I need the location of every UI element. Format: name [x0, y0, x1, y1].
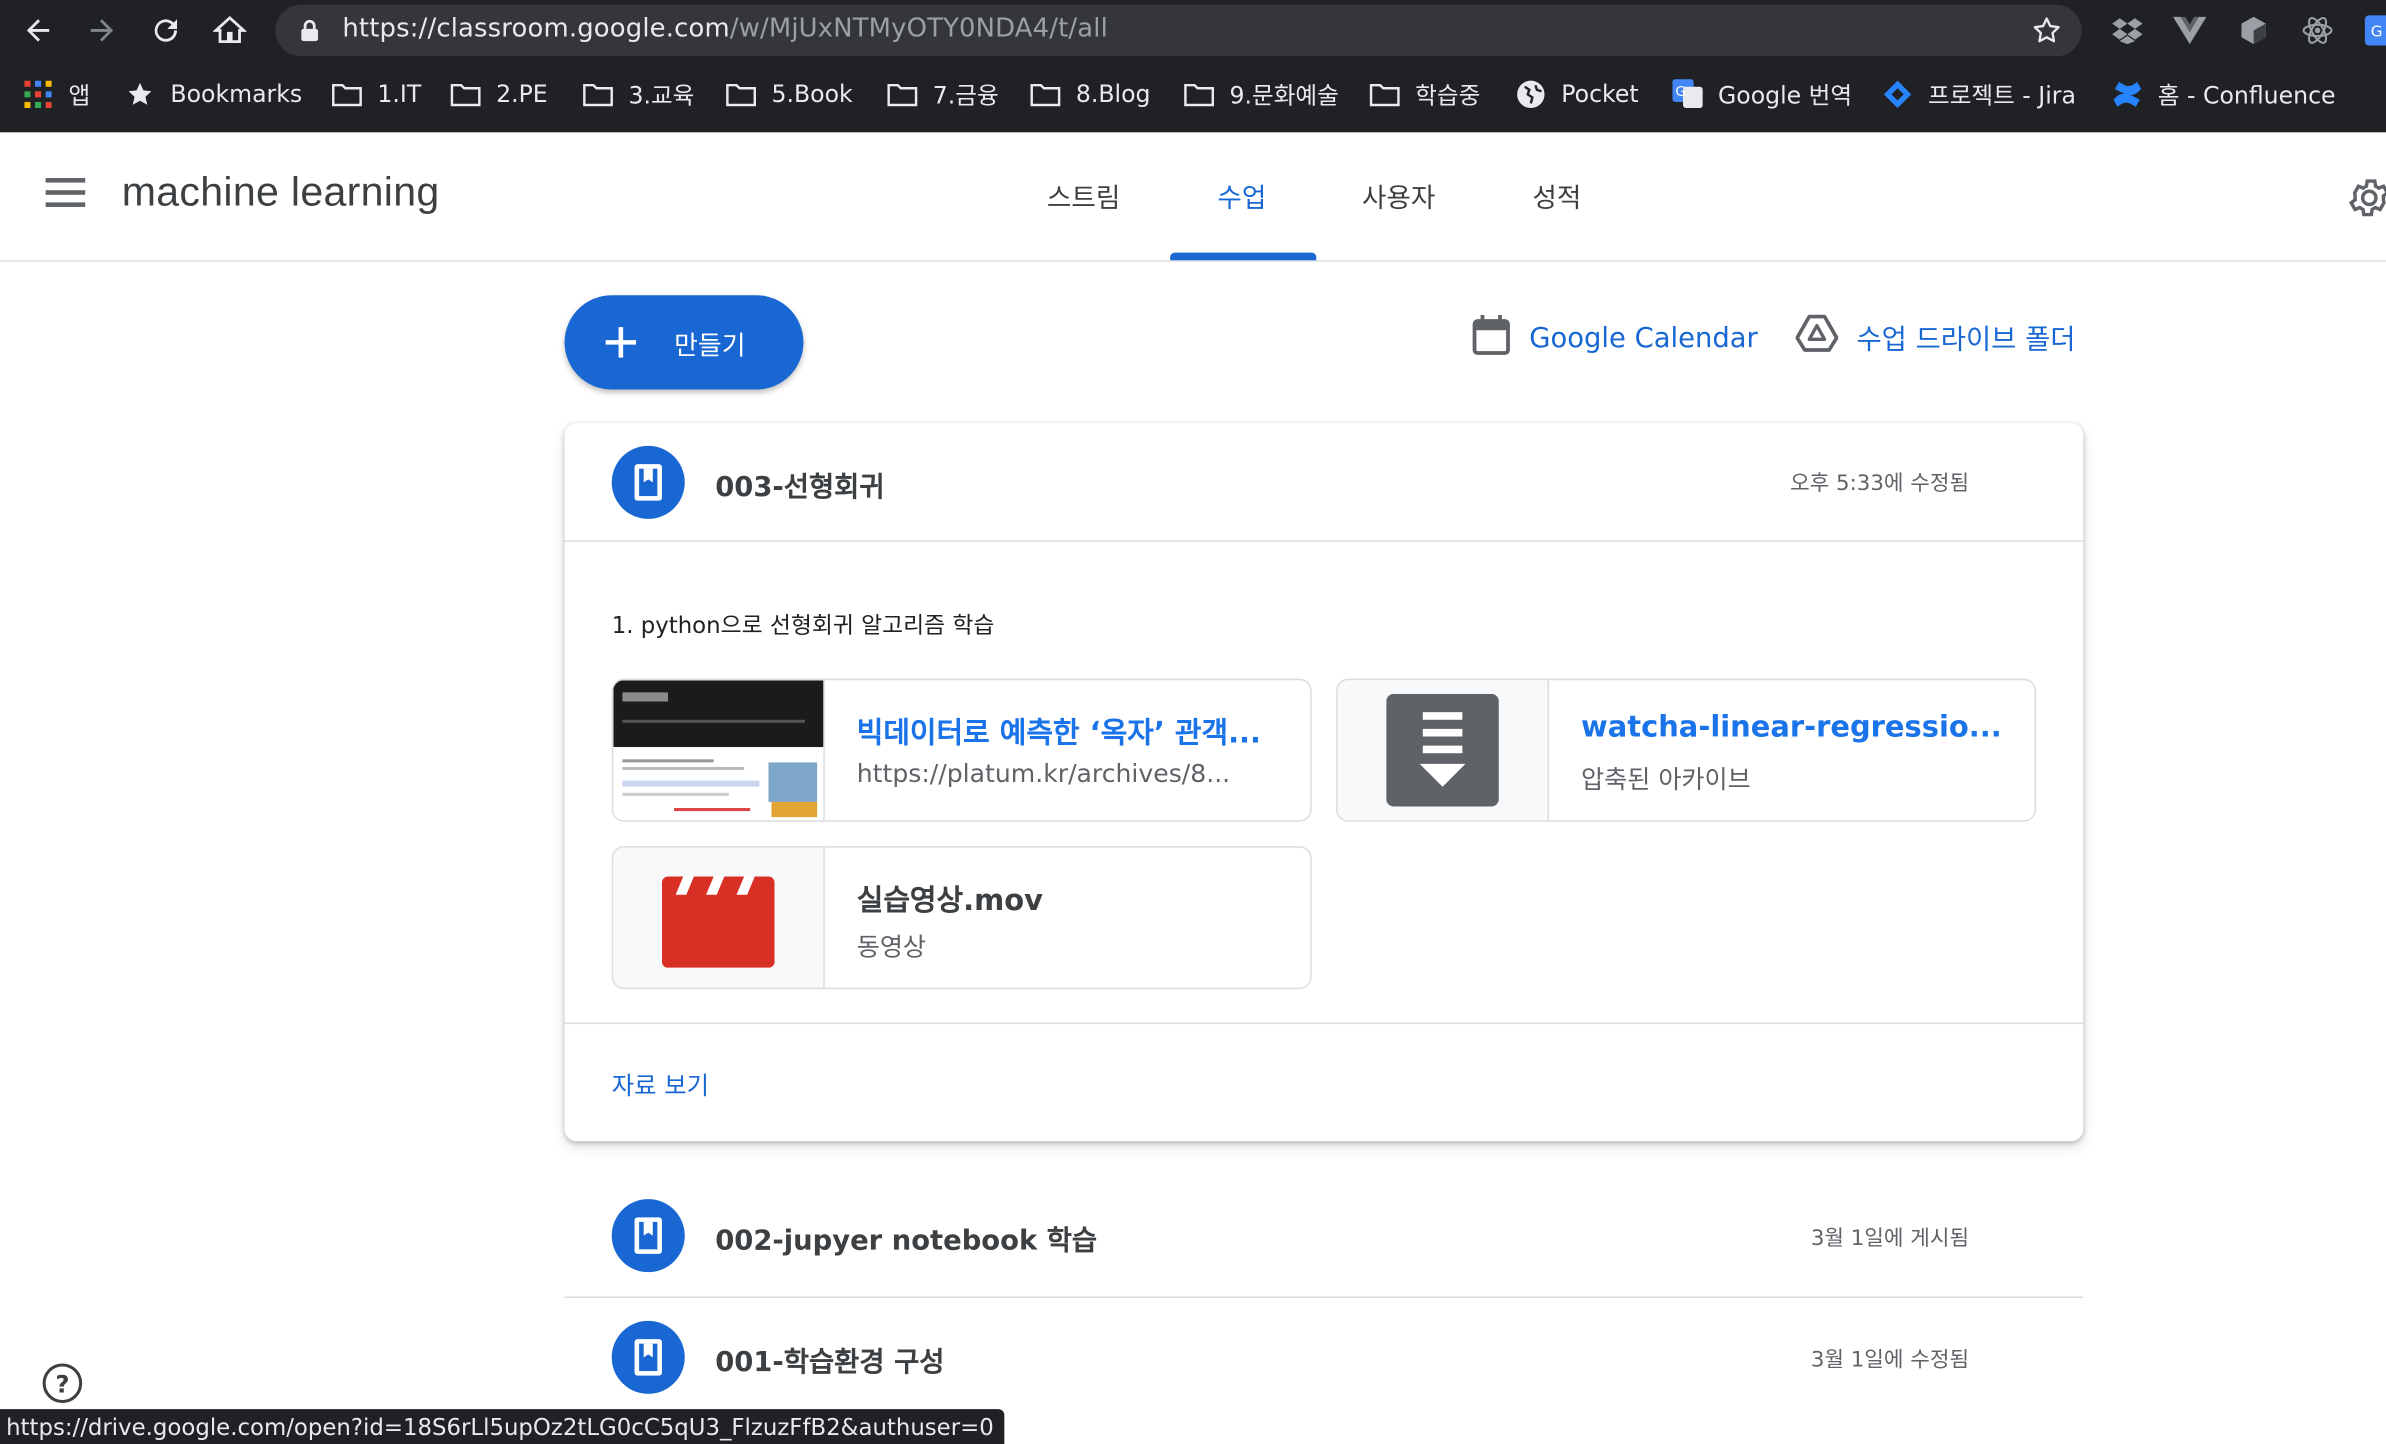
folder-icon [583, 79, 613, 109]
bookmark-folder-studying[interactable]: 학습중 [1369, 76, 1480, 113]
assignment-book-icon [611, 1199, 685, 1273]
svg-text:G: G [2371, 23, 2383, 41]
main-menu-icon[interactable] [45, 178, 86, 211]
bookmark-star-icon[interactable] [2030, 14, 2063, 54]
confluence-icon [2112, 79, 2142, 109]
dropbox-extension-icon[interactable] [2109, 12, 2146, 49]
attachment-title[interactable]: 실습영상.mov [857, 878, 1283, 919]
lock-icon [300, 18, 320, 48]
attachment-archive-card[interactable]: watcha-linear-regressio... 압축된 아카이브 [1336, 678, 2037, 822]
bookmark-bookmarks[interactable]: Bookmarks [125, 76, 302, 113]
browser-chrome: https://classroom.google.com/w/MjUxNTMyO… [0, 0, 2386, 133]
vue-devtools-icon[interactable] [2171, 12, 2208, 49]
plus-icon [601, 323, 641, 369]
attachment-link-card[interactable]: 빅데이터로 예측한 ‘옥자’ 관객... https://platum.kr/a… [611, 678, 1312, 822]
settings-gear-icon[interactable] [2346, 175, 2386, 221]
reload-icon[interactable] [146, 11, 186, 51]
bookmark-folder-culture[interactable]: 9.문화예술 [1184, 76, 1339, 113]
tab-stream[interactable]: 스트림 [1047, 178, 1121, 216]
attachment-subtitle: 압축된 아카이브 [1581, 765, 1751, 795]
bookmark-pocket[interactable]: Pocket [1516, 76, 1639, 113]
bookmark-folder-finance[interactable]: 7.금융 [887, 76, 999, 113]
attachment-video-card[interactable]: 실습영상.mov 동영상 [611, 846, 1312, 990]
bookmark-jira[interactable]: 프로젝트 - Jira [1882, 76, 2076, 113]
classroom-header: machine learning 스트림 수업 사용자 성적 [0, 132, 2386, 262]
help-icon[interactable]: ? [42, 1363, 83, 1404]
topic-description: 1. python으로 선형회귀 알고리즘 학습 [611, 611, 995, 640]
card-divider [564, 540, 2084, 542]
drive-icon [1795, 313, 1839, 360]
topic-title[interactable]: 003-선형회귀 [715, 466, 884, 506]
jira-icon [1882, 79, 1912, 109]
assignment-book-icon [611, 1320, 685, 1394]
bookmark-confluence[interactable]: 홈 - Confluence [2112, 76, 2336, 113]
topic-row[interactable]: 001-학습환경 구성 3월 1일에 수정됨 [565, 1296, 2084, 1418]
page: https://classroom.google.com/w/MjUxNTMyO… [0, 0, 2386, 1444]
attachment-subtitle: 동영상 [856, 932, 927, 962]
topic-card-expanded[interactable]: 003-선형회귀 오후 5:33에 수정됨 1. python으로 선형회귀 알… [564, 423, 2084, 1142]
assignment-book-icon [611, 445, 685, 519]
star-icon [125, 79, 155, 109]
bookmark-folder-pe[interactable]: 2.PE [450, 76, 548, 113]
svg-text:G: G [1675, 84, 1686, 100]
apps-grid-icon [23, 79, 53, 109]
folder-icon [726, 79, 756, 109]
video-thumbnail [613, 847, 825, 988]
topic-timestamp: 오후 5:33에 수정됨 [1790, 471, 1970, 497]
create-button[interactable]: 만들기 [564, 295, 804, 390]
zip-archive-icon [1386, 693, 1499, 813]
cube-extension-icon[interactable] [2235, 12, 2272, 49]
link-thumbnail [613, 680, 825, 821]
folder-icon [887, 79, 918, 109]
folder-icon [332, 79, 362, 109]
class-drive-folder-label: 수업 드라이브 폴더 [1856, 323, 2076, 356]
topic-timestamp: 3월 1일에 수정됨 [1810, 1348, 1970, 1373]
attachment-title[interactable]: 빅데이터로 예측한 ‘옥자’ 관객... [857, 711, 1283, 752]
bookmark-folder-education[interactable]: 3.교육 [583, 76, 694, 113]
bookmark-apps[interactable]: 앱 [23, 76, 90, 113]
topic-row[interactable]: 002-jupyer notebook 학습 3월 1일에 게시됨 [565, 1175, 2084, 1297]
topic-title[interactable]: 001-학습환경 구성 [715, 1341, 944, 1381]
browser-toolbar: https://classroom.google.com/w/MjUxNTMyO… [0, 0, 2386, 61]
calendar-icon [1471, 313, 1511, 363]
card-divider [564, 1022, 2084, 1025]
link-status-bar: https://drive.google.com/open?id=18S6rLl… [0, 1409, 1005, 1444]
class-drive-folder-link[interactable]: 수업 드라이브 폴더 [1795, 313, 2076, 360]
react-devtools-icon[interactable] [2299, 12, 2336, 49]
forward-arrow-icon[interactable] [82, 11, 122, 51]
view-materials-link[interactable]: 자료 보기 [612, 1065, 709, 1102]
tab-grades[interactable]: 성적 [1532, 178, 1581, 216]
google-calendar-link[interactable]: Google Calendar [1471, 313, 1758, 363]
tab-classwork[interactable]: 수업 [1217, 178, 1266, 216]
tab-people[interactable]: 사용자 [1362, 178, 1436, 216]
google-translate-icon: G [1672, 79, 1703, 109]
class-title[interactable]: machine learning [122, 169, 440, 216]
google-calendar-label: Google Calendar [1529, 322, 1758, 355]
folder-icon [1369, 79, 1400, 109]
address-bar[interactable]: https://classroom.google.com/w/MjUxNTMyO… [275, 4, 2082, 57]
bookmark-folder-blog[interactable]: 8.Blog [1030, 76, 1151, 113]
home-icon[interactable] [210, 11, 250, 51]
folder-icon [1184, 79, 1215, 109]
attachment-title[interactable]: watcha-linear-regressio... [1581, 711, 2007, 744]
bookmark-google-translate[interactable]: G Google 번역 [1672, 76, 1852, 113]
bookmark-folder-it[interactable]: 1.IT [332, 76, 421, 113]
folder-icon [450, 79, 481, 109]
video-clapper-icon [661, 876, 775, 973]
globe-icon [1516, 79, 1546, 109]
google-translate-extension-icon[interactable]: G [2362, 12, 2386, 49]
archive-thumbnail [1337, 680, 1550, 821]
back-arrow-icon[interactable] [18, 11, 58, 51]
active-tab-indicator [1170, 252, 1317, 261]
attachment-subtitle: https://platum.kr/archives/8... [856, 759, 1231, 789]
create-button-label: 만들기 [674, 331, 746, 363]
topic-timestamp: 3월 1일에 게시됨 [1810, 1226, 1970, 1251]
folder-icon [1030, 79, 1061, 109]
bookmarks-bar: 앱 Bookmarks 1.IT 2.PE 3.교육 5.Book 7.금융 8… [0, 67, 2386, 122]
address-url[interactable]: https://classroom.google.com/w/MjUxNTMyO… [342, 14, 1108, 44]
bookmark-folder-book[interactable]: 5.Book [726, 76, 853, 113]
topic-title[interactable]: 002-jupyer notebook 학습 [715, 1219, 1097, 1259]
